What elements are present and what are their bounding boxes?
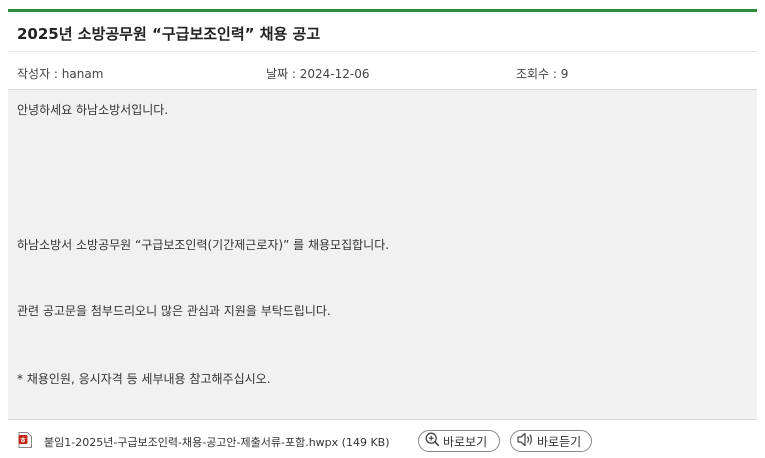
- attachment-file-link[interactable]: 붙임1-2025년-구급보조인력-채용-공고안-제출서류-포함.hwpx (14…: [44, 434, 390, 450]
- svg-text:ㅎ: ㅎ: [20, 435, 27, 444]
- hwp-file-icon[interactable]: ㅎ: [18, 432, 32, 448]
- listen-button-label: 바로듣기: [537, 434, 582, 449]
- listen-button[interactable]: 바로듣기: [510, 430, 592, 452]
- post-author: 작성자 : hanam: [17, 67, 104, 81]
- post-views: 조회수 : 9: [516, 67, 569, 81]
- zoom-in-icon: [425, 432, 443, 450]
- content-line-attachment-note: 관련 공고문을 첨부드리오니 많은 관심과 지원을 부탁드립니다.: [17, 304, 331, 318]
- post-title: 2025년 소방공무원 “구급보조인력” 채용 공고: [8, 12, 757, 52]
- speaker-icon: [517, 432, 537, 450]
- content-line-recruit: 하남소방서 소방공무원 “구급보조인력(기간제근로자)” 를 채용모집합니다.: [17, 238, 390, 252]
- attachment-row: ㅎ 붙임1-2025년-구급보조인력-채용-공고안-제출서류-포함.hwpx (…: [8, 420, 757, 458]
- content-line-greeting: 안녕하세요 하남소방서입니다.: [17, 103, 169, 117]
- preview-button[interactable]: 바로보기: [418, 430, 500, 452]
- content-line-details: * 채용인원, 응시자격 등 세부내용 참고해주십시오.: [17, 372, 271, 386]
- post-content: 안녕하세요 하남소방서입니다. 하남소방서 소방공무원 “구급보조인력(기간제근…: [8, 89, 757, 420]
- post-meta: 작성자 : hanam 날짜 : 2024-12-06 조회수 : 9: [8, 52, 757, 89]
- preview-button-label: 바로보기: [443, 434, 488, 449]
- post-date: 날짜 : 2024-12-06: [266, 67, 370, 81]
- board-view: 2025년 소방공무원 “구급보조인력” 채용 공고 작성자 : hanam 날…: [8, 9, 757, 458]
